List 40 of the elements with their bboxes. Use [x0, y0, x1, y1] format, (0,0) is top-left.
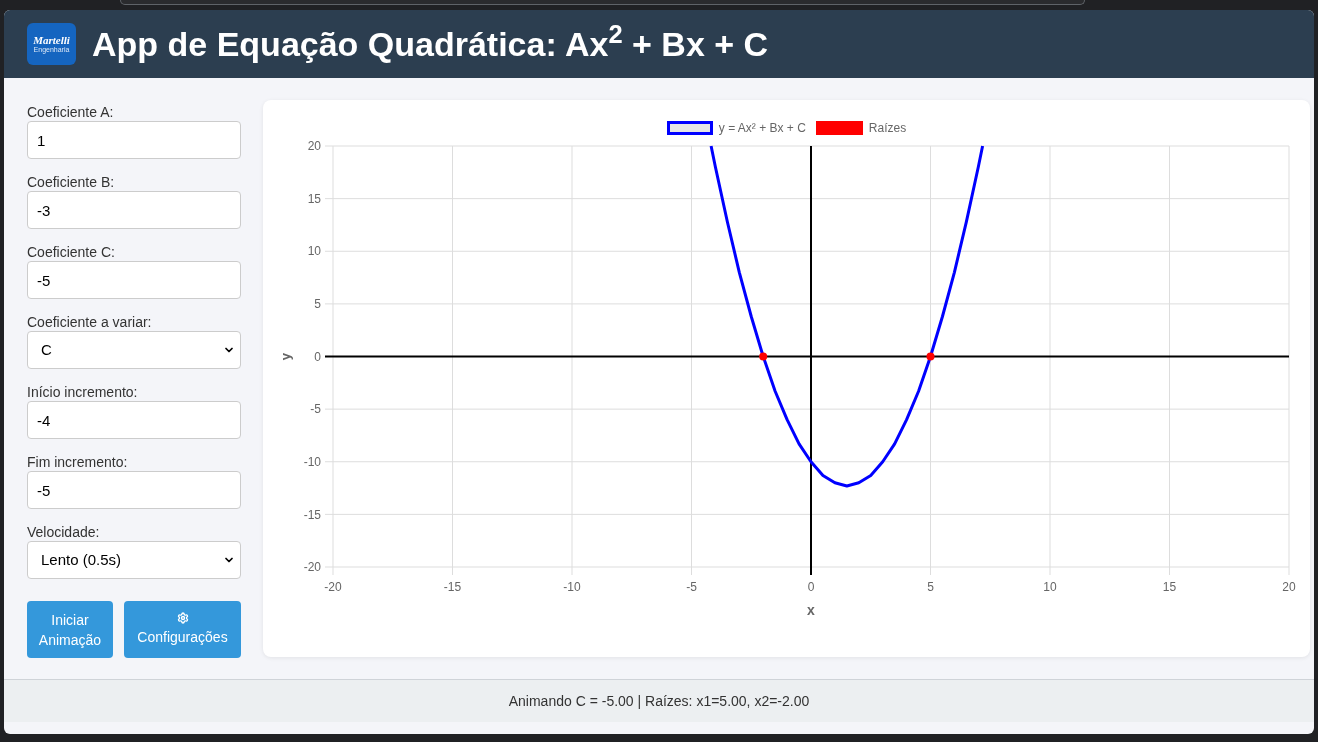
axis-tick-label: 10 — [1043, 580, 1057, 594]
number-input[interactable]: -5 — [27, 261, 241, 299]
axis-tick-label: 15 — [1162, 580, 1177, 594]
axis-tick-label: 10 — [307, 244, 321, 259]
axis-tick-label: 20 — [307, 139, 321, 154]
field-label: Coeficiente a variar: — [27, 314, 152, 331]
legend-label: Raízes — [868, 121, 907, 135]
axis-tick-label: 5 — [927, 580, 934, 594]
logo-wordmark: Martelli — [33, 34, 70, 46]
app-title: App de Equação Quadrática: Ax$^{2}$ + Bx + C — [92, 23, 769, 65]
axis-title: x — [807, 602, 815, 618]
axis-tick-label: -5 — [686, 580, 697, 594]
axis-tick-label: 20 — [1282, 580, 1296, 594]
legend-label: y = Ax² + Bx + C — [718, 121, 806, 135]
status-text: Animando C = -5.00 | Raízes: x1=5.00, x2=-2.00 — [508, 691, 810, 711]
axis-tick-label: -5 — [310, 402, 321, 417]
number-input[interactable]: -3 — [27, 191, 241, 229]
field-label: Coeficiente A: — [27, 104, 114, 121]
number-input[interactable]: 1 — [27, 121, 241, 159]
axis-tick-label: -10 — [563, 580, 581, 594]
dropdown-select[interactable]: C — [27, 331, 241, 369]
axis-tick-label: 0 — [807, 580, 815, 594]
field-label: Coeficiente C: — [27, 244, 115, 261]
field-label: Início incremento: — [27, 384, 138, 401]
axis-tick-label: 0 — [314, 349, 321, 364]
axis-tick-label: -20 — [324, 580, 342, 594]
axis-tick-label: -15 — [443, 580, 462, 594]
settings-icon — [176, 612, 189, 624]
dropdown-select[interactable]: Lento (0.5s) — [27, 541, 241, 579]
axis-title: y — [277, 352, 293, 361]
field-label: Fim incremento: — [27, 454, 128, 471]
field-label: Coeficiente B: — [27, 174, 115, 191]
axis-tick-label: -20 — [303, 560, 321, 575]
axis-tick-label: -10 — [303, 454, 321, 469]
axis-tick-label: 15 — [307, 191, 321, 206]
axis-tick-label: 5 — [314, 297, 321, 312]
number-input[interactable]: -5 — [27, 471, 241, 509]
field-label: Velocidade: — [27, 524, 100, 541]
axis-tick-label: -15 — [303, 507, 321, 522]
number-input[interactable]: -4 — [27, 401, 241, 439]
